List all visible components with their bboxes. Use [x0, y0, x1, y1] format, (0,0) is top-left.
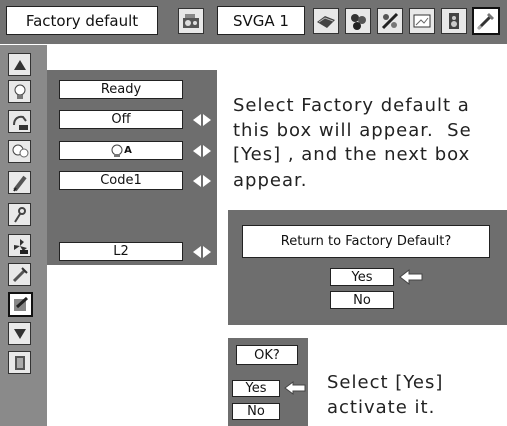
power-management-field[interactable]: Off [59, 110, 183, 129]
status-field: Ready [59, 80, 183, 99]
confirm-question: OK? [236, 345, 298, 365]
bottom-instruction-line-2: activate it. [327, 397, 436, 418]
projector-icon[interactable] [178, 8, 204, 34]
lamp-mode-icon[interactable] [8, 140, 31, 163]
lamp-mode-letter: A [124, 145, 132, 156]
instruction-line-3: [Yes] , and the next box [233, 144, 471, 165]
lamp-icon [111, 144, 123, 157]
remote-code-field[interactable]: Code1 [59, 171, 183, 190]
no-button[interactable]: No [330, 291, 394, 309]
image-adjust-icon[interactable] [377, 8, 403, 34]
up-arrow-icon[interactable] [8, 53, 31, 76]
bottom-instruction-line-1: Select [Yes] [327, 372, 444, 393]
top-menu-bar: Factory default SVGA 1 [0, 0, 507, 44]
confirm-yes-button[interactable]: Yes [232, 380, 280, 397]
wrench-icon[interactable] [472, 7, 500, 35]
factory-default-icon[interactable] [8, 292, 33, 317]
disc-icon[interactable] [313, 8, 339, 34]
instruction-line-2: this box will appear. Se [233, 120, 472, 141]
adjust-arrows[interactable] [193, 245, 215, 259]
menu-title: Factory default [6, 6, 158, 35]
settings-icon[interactable] [8, 263, 31, 286]
dialog-question: Return to Factory Default? [242, 225, 490, 258]
adjust-arrows[interactable] [193, 174, 215, 188]
key-icon[interactable] [8, 203, 31, 226]
lamp-icon[interactable] [8, 80, 31, 103]
fan-control-field[interactable]: L2 [59, 242, 183, 261]
speaker-icon[interactable] [441, 8, 467, 34]
confirm-dialog: OK? Yes No [228, 338, 308, 426]
pointer-arrow-icon [284, 381, 306, 395]
screen-icon[interactable] [409, 8, 435, 34]
factory-default-dialog: Return to Factory Default? Yes No [228, 210, 507, 325]
instruction-line-1: Select Factory default a [233, 95, 470, 116]
instruction-line-4: appear. [233, 170, 308, 191]
down-arrow-icon[interactable] [8, 322, 31, 345]
exit-icon[interactable] [8, 351, 31, 374]
pointer-arrow-icon [399, 268, 423, 286]
yes-button[interactable]: Yes [330, 268, 394, 286]
left-sidebar [0, 45, 47, 426]
adjust-arrows[interactable] [193, 113, 215, 127]
fan-off-icon[interactable] [8, 234, 31, 257]
source-label: SVGA 1 [217, 6, 305, 35]
pencil-icon[interactable] [8, 171, 31, 194]
palette-icon[interactable] [345, 8, 371, 34]
adjust-arrows[interactable] [193, 144, 215, 158]
power-on-icon[interactable] [8, 110, 31, 133]
settings-panel: Ready Off A Code1 L2 [47, 70, 217, 265]
lamp-mode-field[interactable]: A [59, 141, 183, 160]
confirm-no-button[interactable]: No [232, 403, 280, 420]
